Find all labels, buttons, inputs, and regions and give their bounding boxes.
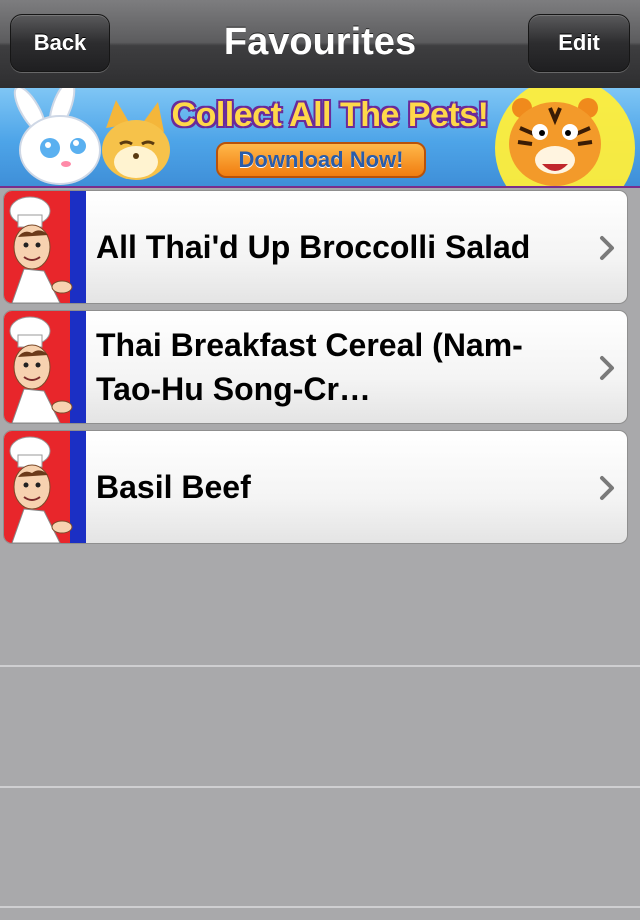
list-item[interactable]: All Thai'd Up Broccolli Salad xyxy=(3,190,628,304)
list-item[interactable]: Basil Beef xyxy=(3,430,628,544)
edit-button[interactable]: Edit xyxy=(528,14,630,72)
row-separator xyxy=(0,906,640,908)
chef-icon xyxy=(4,191,86,303)
recipe-title: Thai Breakfast Cereal (Nam-Tao-Hu Song-C… xyxy=(96,327,523,407)
ad-banner[interactable]: Collect All The Pets! Download Now! xyxy=(0,88,640,188)
tiger-icon xyxy=(509,98,601,186)
row-separator xyxy=(0,786,640,788)
chevron-right-icon xyxy=(600,476,614,500)
navigation-bar: Back Favourites Edit xyxy=(0,0,640,89)
recipe-title: All Thai'd Up Broccolli Salad xyxy=(96,229,531,265)
ad-headline: Collect All The Pets! xyxy=(171,96,489,134)
page-title: Favourites xyxy=(223,21,417,63)
row-separator xyxy=(0,665,640,667)
recipe-title: Basil Beef xyxy=(96,469,251,505)
chevron-right-icon xyxy=(600,356,614,380)
chef-icon xyxy=(4,311,86,423)
ad-download-button[interactable]: Download Now! xyxy=(216,142,426,178)
chef-icon xyxy=(4,431,86,543)
bunny-icon xyxy=(13,88,101,185)
list-item[interactable]: Thai Breakfast Cereal (Nam-Tao-Hu Song-C… xyxy=(3,310,628,424)
back-button[interactable]: Back xyxy=(10,14,110,72)
chevron-right-icon xyxy=(600,236,614,260)
